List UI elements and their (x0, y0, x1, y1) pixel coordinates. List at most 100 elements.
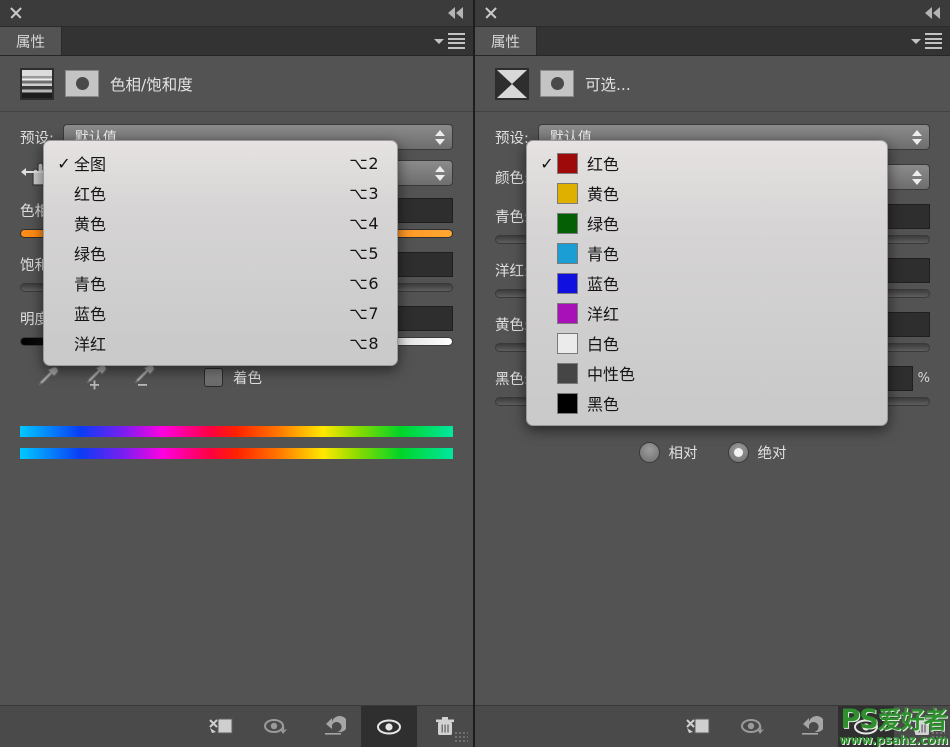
menu-item-label: 红色 (587, 155, 620, 174)
cyan-label: 青色: (495, 209, 529, 226)
preview-previous-state-button[interactable] (726, 706, 782, 747)
menu-item[interactable]: 黄色 (527, 178, 887, 208)
panel-menu-icon (448, 33, 465, 49)
layer-mask-thumbnail[interactable] (65, 70, 99, 97)
menu-item[interactable]: 绿色 (527, 208, 887, 238)
radio-relative-label: 相对 (668, 446, 698, 462)
tab-properties[interactable]: 属性 (0, 27, 62, 55)
adjustment-title: 可选... (585, 75, 631, 94)
reset-button[interactable] (305, 706, 361, 747)
right-bottom-bar (475, 705, 950, 747)
preset-label: 预设: (495, 130, 529, 147)
menu-item[interactable]: 蓝色 ⌥7 (44, 298, 397, 328)
black-label: 黑色: (495, 371, 529, 388)
toggle-visibility-button[interactable] (838, 705, 894, 747)
clip-to-layer-button[interactable] (193, 706, 249, 747)
selective-color-icon (495, 67, 529, 100)
menu-item[interactable]: 洋红 (527, 298, 887, 328)
left-adjustment-header: 色相/饱和度 (0, 56, 473, 112)
spectrum-bar-input (20, 426, 453, 437)
menu-item[interactable]: 洋红 ⌥8 (44, 328, 397, 358)
channel-dropdown-menu[interactable]: ✓ 全图 ⌥2 红色 ⌥3 黄色 ⌥4 绿色 ⌥5 青色 ⌥6 蓝色 ⌥7 洋红… (43, 140, 398, 366)
clip-to-layer-button[interactable] (670, 706, 726, 747)
eyedropper-subtract-icon[interactable] (130, 364, 156, 390)
preview-previous-state-button[interactable] (249, 706, 305, 747)
menu-item-shortcut: ⌥7 (349, 303, 379, 323)
stepper-icon (912, 129, 922, 145)
menu-item-label: 绿色 (587, 215, 620, 234)
left-bottom-bar (0, 705, 473, 747)
menu-item-shortcut: ⌥8 (349, 333, 379, 353)
menu-item-label: 黄色 (74, 215, 107, 234)
eyedropper-add-icon[interactable] (82, 364, 108, 390)
resize-grip[interactable] (931, 731, 945, 743)
panel-menu-icon (925, 33, 942, 49)
color-dropdown-menu[interactable]: ✓ 红色 黄色 绿色 青色 蓝色 洋红 白色 中性色 黑色 (526, 140, 888, 426)
menu-item-label: 中性色 (587, 365, 636, 384)
menu-item-label: 青色 (74, 275, 107, 294)
chevron-down-icon (434, 38, 444, 44)
hue-saturation-icon (20, 67, 54, 100)
tab-properties-label: 属性 (16, 34, 45, 51)
resize-grip[interactable] (454, 731, 468, 743)
stepper-icon (435, 165, 445, 181)
menu-item[interactable]: 青色 ⌥6 (44, 268, 397, 298)
menu-item[interactable]: 中性色 (527, 358, 887, 388)
panel-menu-button[interactable] (911, 27, 950, 55)
yellow-label: 黄色: (495, 317, 529, 334)
menu-item[interactable]: ✓ 全图 ⌥2 (44, 148, 397, 178)
menu-item-label: 洋红 (74, 335, 107, 354)
menu-item-label: 全图 (74, 155, 107, 174)
menu-item[interactable]: 黄色 ⌥4 (44, 208, 397, 238)
color-swatch (557, 392, 578, 414)
left-panel-titlebar (0, 0, 473, 27)
menu-item-label: 红色 (74, 185, 107, 204)
close-icon[interactable] (8, 5, 24, 21)
tab-properties[interactable]: 属性 (475, 27, 537, 55)
toggle-visibility-button[interactable] (361, 705, 417, 747)
reset-button[interactable] (782, 706, 838, 747)
color-swatch (557, 212, 578, 234)
panel-menu-button[interactable] (434, 27, 473, 55)
radio-absolute[interactable]: 绝对 (727, 442, 787, 463)
stepper-icon (435, 129, 445, 145)
right-adjustment-header: 可选... (475, 56, 950, 112)
menu-item-label: 白色 (587, 335, 620, 354)
check-icon: ✓ (540, 153, 554, 173)
menu-item-label: 黄色 (587, 185, 620, 204)
radio-relative-button (638, 442, 660, 463)
right-properties-panel: 属性 可选... 预设: 默认值 颜色: 青色: 洋红: 黄色: 黑色: % 相… (475, 0, 950, 747)
color-swatch (557, 152, 578, 174)
color-label: 颜色: (495, 170, 529, 187)
close-icon[interactable] (483, 5, 499, 21)
menu-item[interactable]: 青色 (527, 238, 887, 268)
menu-item-label: 绿色 (74, 245, 107, 264)
chevron-down-icon (911, 38, 921, 44)
menu-item-label: 洋红 (587, 305, 620, 324)
magenta-label: 洋红: (495, 263, 529, 280)
menu-item[interactable]: 黑色 (527, 388, 887, 418)
colorize-label: 着色 (233, 370, 262, 387)
eyedropper-icon[interactable] (34, 364, 60, 390)
color-swatch (557, 332, 578, 354)
collapse-to-icons-icon[interactable] (448, 7, 463, 19)
menu-item[interactable]: 蓝色 (527, 268, 887, 298)
menu-item[interactable]: 红色 ⌥3 (44, 178, 397, 208)
color-swatch (557, 362, 578, 384)
check-icon: ✓ (57, 153, 71, 173)
menu-item-label: 黑色 (587, 395, 620, 414)
radio-absolute-button (727, 442, 749, 463)
photoshop-properties-panels: 属性 色相/饱和度 预设: 默认值 色相: 明度: 着色 ✓ 全图 ⌥2 红色 … (0, 0, 950, 747)
menu-item-label: 蓝色 (74, 305, 107, 324)
menu-item[interactable]: 绿色 ⌥5 (44, 238, 397, 268)
menu-item[interactable]: ✓ 红色 (527, 148, 887, 178)
right-panel-body: 预设: 默认值 颜色: 红色 青色: (475, 112, 950, 705)
layer-mask-thumbnail[interactable] (540, 70, 574, 97)
right-panel-titlebar (475, 0, 950, 27)
collapse-to-icons-icon[interactable] (925, 7, 940, 19)
menu-item[interactable]: 白色 (527, 328, 887, 358)
radio-relative[interactable]: 相对 (638, 442, 698, 463)
colorize-checkbox[interactable]: 着色 (204, 367, 262, 388)
menu-item-shortcut: ⌥5 (349, 243, 379, 263)
color-swatch (557, 182, 578, 204)
